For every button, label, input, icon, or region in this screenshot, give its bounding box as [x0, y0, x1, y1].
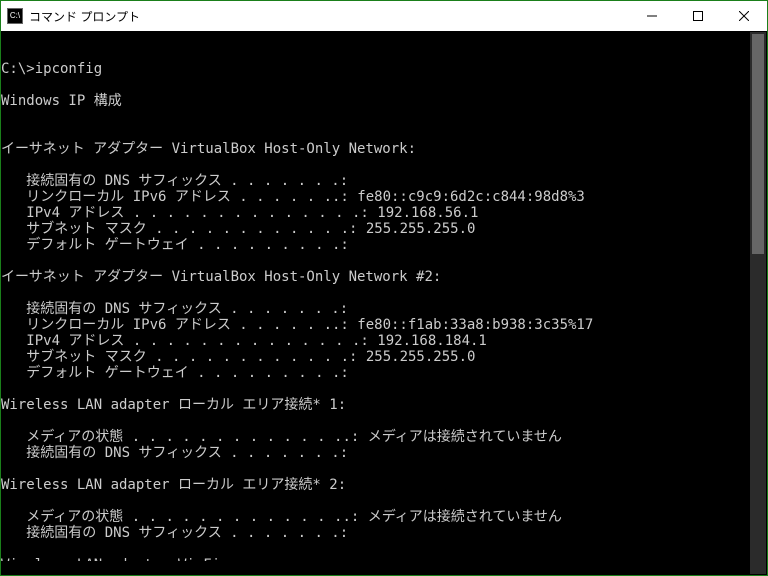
scrollbar-thumb[interactable]: [752, 34, 764, 254]
window-title: コマンド プロンプト: [29, 8, 140, 25]
minimize-button[interactable]: [629, 1, 675, 31]
close-button[interactable]: [721, 1, 767, 31]
window-controls: [629, 1, 767, 31]
cmd-icon: C:\: [7, 8, 23, 24]
titlebar[interactable]: C:\ コマンド プロンプト: [1, 1, 767, 31]
terminal-output[interactable]: C:\>ipconfig Windows IP 構成 イーサネット アダプター …: [1, 45, 767, 561]
maximize-button[interactable]: [675, 1, 721, 31]
vertical-scrollbar[interactable]: [750, 32, 766, 574]
command-prompt-window: C:\ コマンド プロンプト C:\>ipconfig Windows IP 構…: [0, 0, 768, 576]
